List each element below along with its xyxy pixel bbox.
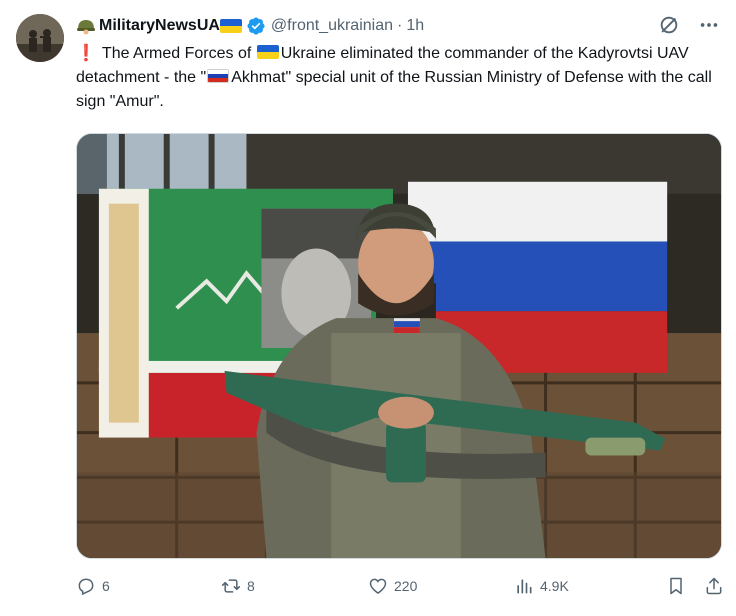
verified-badge-icon[interactable] — [246, 16, 266, 36]
tweet-photo[interactable] — [76, 133, 722, 559]
tweet[interactable]: MilitaryNewsUA @front_ukrainian · 1h ❗ Th… — [0, 0, 736, 616]
grok-icon[interactable] — [658, 14, 680, 36]
timestamp[interactable]: 1h — [406, 17, 424, 35]
separator-dot: · — [397, 17, 403, 34]
russia-flag-icon — [207, 69, 230, 83]
views-button[interactable]: 4.9K — [514, 576, 569, 596]
tweet-text-part1: The Armed Forces of — [101, 45, 256, 62]
retweet-button[interactable]: 8 — [221, 576, 255, 596]
share-button[interactable] — [704, 576, 724, 596]
retweet-icon — [221, 579, 241, 593]
bookmark-icon — [670, 577, 682, 595]
avatar[interactable] — [16, 14, 64, 62]
views-icon — [517, 579, 532, 594]
tweet-actions: 6 8 220 4.9K — [76, 572, 722, 604]
bookmark-button[interactable] — [666, 576, 686, 596]
like-icon — [369, 578, 387, 594]
photo-soldier-with-flags — [77, 134, 721, 558]
helmet-icon — [77, 20, 95, 35]
tweet-header: MilitaryNewsUA @front_ukrainian · 1h — [76, 14, 720, 38]
share-icon — [706, 577, 722, 595]
reply-count: 6 — [102, 578, 110, 594]
reply-icon — [78, 578, 94, 596]
header-actions — [658, 14, 720, 36]
ukraine-flag-icon — [219, 19, 242, 33]
avatar-image — [16, 14, 64, 62]
ukraine-flag-icon — [256, 45, 279, 59]
views-count: 4.9K — [540, 578, 569, 594]
like-button[interactable]: 220 — [368, 576, 417, 596]
author-handle[interactable]: @front_ukrainian — [271, 17, 393, 35]
more-icon[interactable] — [698, 14, 720, 36]
exclamation-icon: ❗ — [76, 45, 96, 62]
like-count: 220 — [394, 578, 418, 594]
author-name[interactable]: MilitaryNewsUA — [99, 17, 220, 35]
reply-button[interactable]: 6 — [76, 576, 110, 596]
retweet-count: 8 — [247, 578, 255, 594]
tweet-text: ❗ The Armed Forces of Ukraine eliminated … — [76, 42, 716, 114]
